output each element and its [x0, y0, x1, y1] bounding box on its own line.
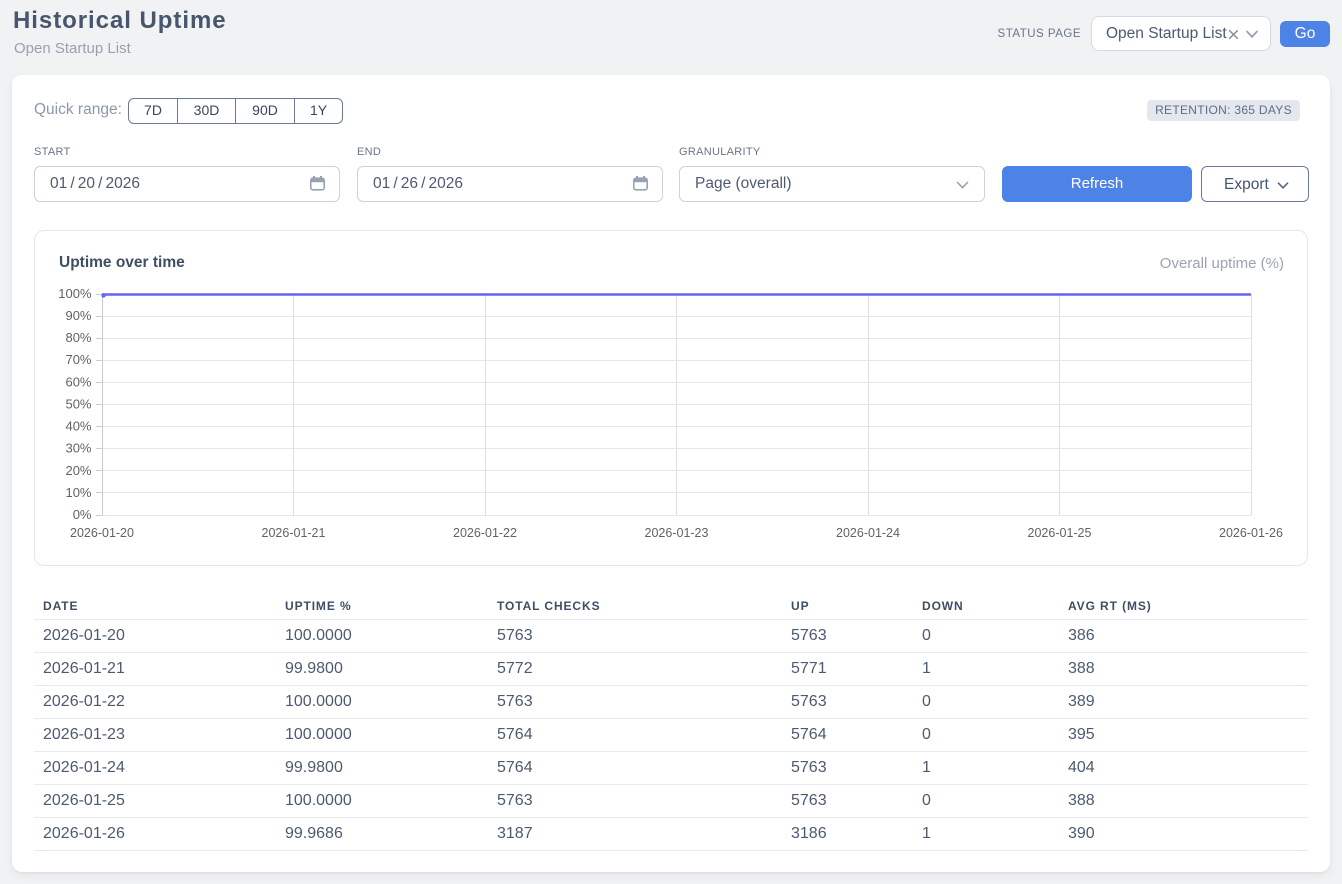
svg-text:2026-01-22: 2026-01-22	[453, 526, 517, 540]
svg-text:80%: 80%	[65, 330, 91, 345]
svg-text:2026-01-24: 2026-01-24	[836, 526, 900, 540]
svg-text:70%: 70%	[65, 352, 91, 367]
svg-text:40%: 40%	[65, 419, 91, 434]
svg-text:2026-01-25: 2026-01-25	[1028, 526, 1092, 540]
svg-text:90%: 90%	[65, 308, 91, 323]
svg-text:10%: 10%	[65, 485, 91, 500]
svg-text:20%: 20%	[65, 463, 91, 478]
svg-text:2026-01-20: 2026-01-20	[70, 526, 134, 540]
svg-text:2026-01-26: 2026-01-26	[1219, 526, 1283, 540]
svg-text:100%: 100%	[58, 286, 92, 301]
svg-text:0%: 0%	[73, 507, 92, 522]
svg-text:60%: 60%	[65, 375, 91, 390]
svg-text:30%: 30%	[65, 441, 91, 456]
svg-text:2026-01-21: 2026-01-21	[262, 526, 326, 540]
svg-text:50%: 50%	[65, 397, 91, 412]
svg-text:2026-01-23: 2026-01-23	[645, 526, 709, 540]
